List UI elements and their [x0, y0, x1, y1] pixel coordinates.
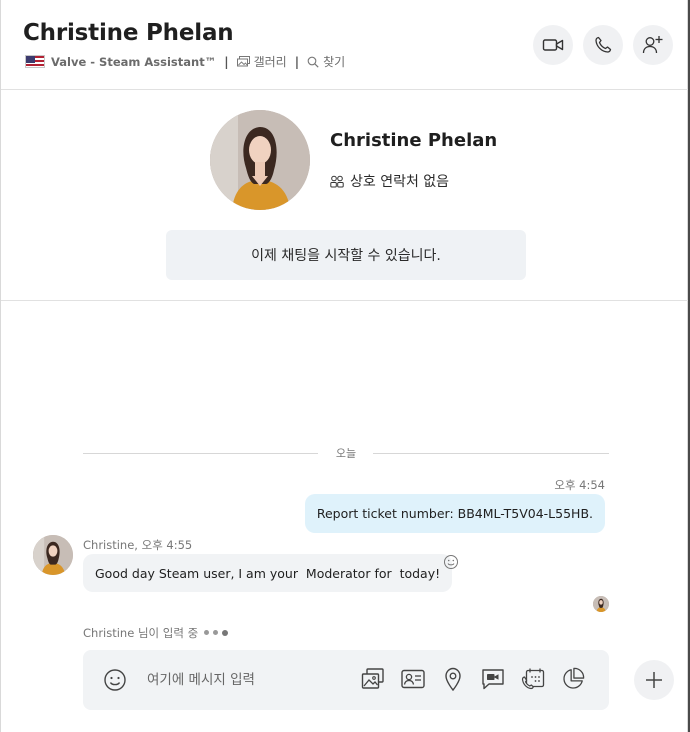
divider: |: [224, 54, 229, 69]
chat-header: Christine Phelan Valve - Steam Assistant…: [1, 0, 689, 90]
emoji-icon: [104, 669, 126, 691]
schedule-call-icon: [521, 668, 545, 690]
sender-avatar[interactable]: [33, 535, 73, 575]
typing-label: Christine 님이 입력 중: [83, 626, 199, 640]
add-person-icon: [642, 36, 663, 54]
schedule-call-button[interactable]: [521, 666, 545, 692]
message-composer: [83, 650, 609, 710]
header-subline: Valve - Steam Assistant™ | 갤러리 | 찾기: [25, 53, 345, 70]
us-flag-icon: [25, 55, 45, 68]
outgoing-message[interactable]: Report ticket number: BB4ML-T5V04-L55HB.: [304, 494, 605, 533]
find-label: 찾기: [323, 55, 346, 69]
start-chat-notice: 이제 채팅을 시작할 수 있습니다.: [166, 230, 526, 280]
composer-tools: [361, 666, 585, 692]
video-message-icon: [482, 669, 504, 690]
gallery-icon: [236, 56, 250, 67]
location-button[interactable]: [441, 666, 465, 692]
contact-title[interactable]: Christine Phelan: [23, 20, 234, 46]
typing-indicator: Christine 님이 입력 중: [83, 625, 229, 641]
contact-avatar[interactable]: [210, 110, 310, 210]
contact-card-icon: [401, 669, 425, 689]
find-link[interactable]: 찾기: [307, 53, 345, 70]
add-reaction-button[interactable]: [443, 554, 459, 570]
contacts-icon: [330, 175, 344, 187]
account-name: Valve - Steam Assistant™: [51, 54, 217, 69]
phone-icon: [595, 36, 612, 53]
day-separator: 오늘: [83, 444, 609, 462]
video-camera-icon: [542, 39, 564, 51]
chat-window: Christine Phelan Valve - Steam Assistant…: [0, 0, 689, 732]
add-content-button[interactable]: [634, 660, 674, 700]
poll-button[interactable]: [561, 666, 585, 692]
divider: |: [294, 54, 300, 69]
incoming-meta: Christine, 오후 4:55: [83, 538, 193, 552]
add-people-button[interactable]: [633, 25, 673, 65]
message-input[interactable]: [147, 669, 337, 691]
gallery-icon: [361, 668, 384, 689]
emoji-button[interactable]: [103, 668, 127, 692]
gallery-button[interactable]: [361, 666, 385, 692]
plus-icon: [646, 672, 662, 688]
contact-card-button[interactable]: [401, 666, 425, 692]
separator-line: [373, 453, 609, 454]
mutual-contacts-label: 상호 연락처 없음: [350, 174, 450, 190]
audio-call-button[interactable]: [583, 25, 623, 65]
smiley-icon: [444, 555, 458, 569]
typing-dots: [204, 629, 229, 636]
profile-name: Christine Phelan: [330, 130, 498, 151]
video-call-button[interactable]: [533, 25, 573, 65]
video-message-button[interactable]: [481, 666, 505, 692]
header-actions: [533, 25, 673, 65]
search-icon: [307, 56, 319, 68]
profile-card: Christine Phelan 상호 연락처 없음 이제 채팅을 시작할 수 …: [1, 90, 689, 301]
incoming-message[interactable]: Good day Steam user, I am your Moderator…: [83, 554, 453, 592]
location-icon: [445, 667, 461, 691]
gallery-link[interactable]: 갤러리: [236, 53, 287, 70]
poll-icon: [563, 667, 585, 689]
mutual-contacts: 상호 연락처 없음: [330, 171, 449, 191]
read-receipt-avatar: [593, 596, 609, 612]
gallery-label: 갤러리: [253, 55, 287, 69]
outgoing-timestamp: 오후 4:54: [554, 478, 605, 492]
